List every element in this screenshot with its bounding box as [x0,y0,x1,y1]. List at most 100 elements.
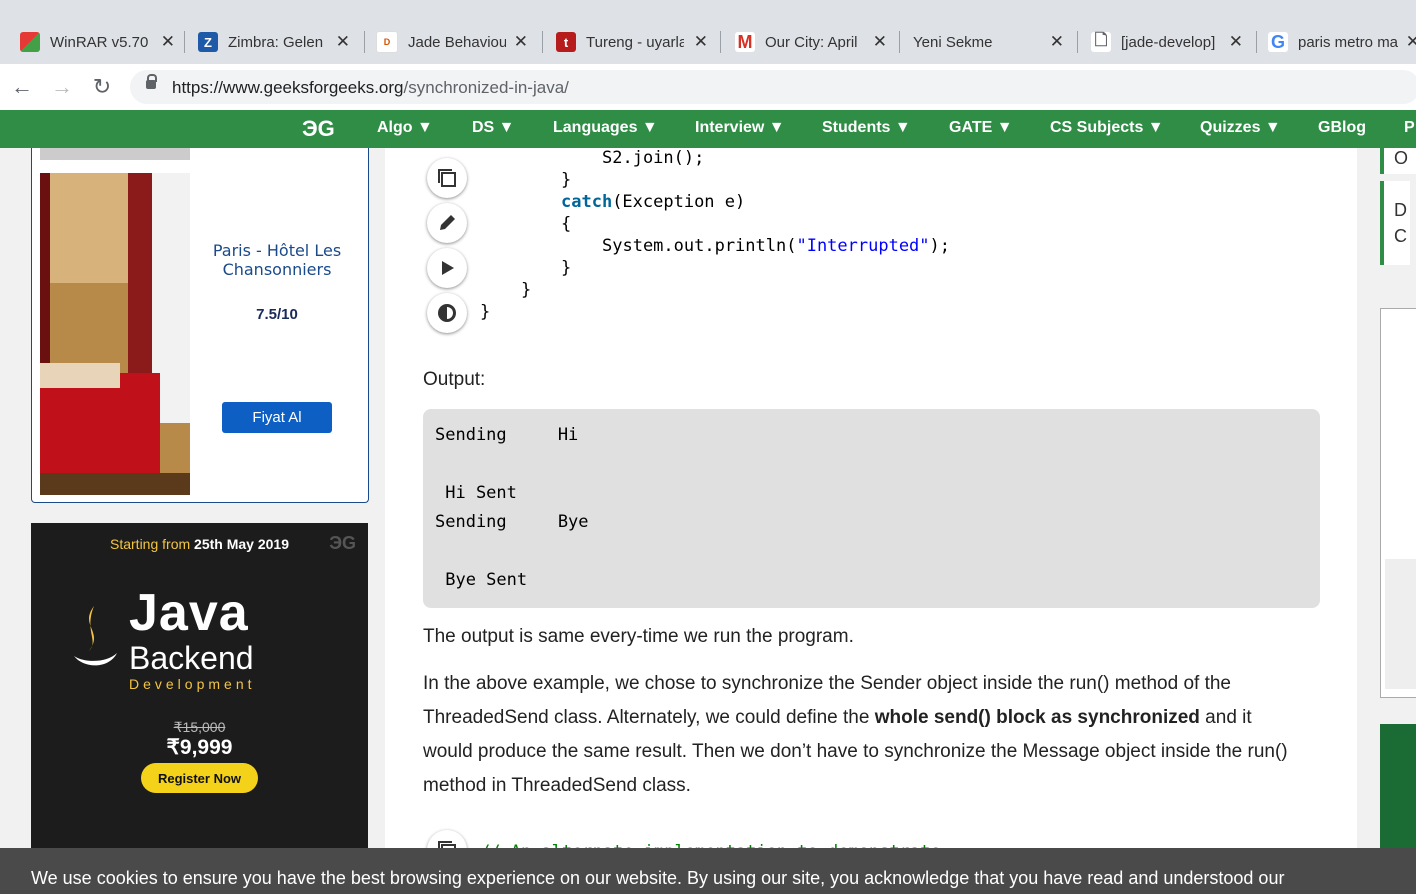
right-widget-2[interactable]: D C [1380,181,1410,265]
tureng-icon: t [556,32,576,52]
site-navbar: ЭG Algo ▼ DS ▼ Languages ▼ Interview ▼ S… [0,110,1416,148]
nav-students[interactable]: Students ▼ [822,119,911,137]
reload-icon[interactable]: ↻ [88,73,116,101]
diro-icon: D [376,31,398,53]
theme-toggle-icon[interactable] [427,293,467,333]
close-icon[interactable]: ✕ [694,32,708,52]
ad-java-title: Java [129,584,249,642]
tab-title: Zimbra: Gelen [228,33,324,51]
browser-tab-strip: WinRAR v5.70 ✕ Z Zimbra: Gelen ✕ D Jade … [0,0,1416,64]
back-arrow-icon[interactable]: ← [8,73,36,101]
tab-tureng[interactable]: t Tureng - uyarla ✕ [556,26,708,58]
copy-icon[interactable] [427,158,467,198]
hotel-name[interactable]: Paris - Hôtel Les Chansonniers [202,241,352,279]
tab-title: paris metro ma [1298,33,1399,51]
tab-title: Our City: April [765,33,858,51]
left-sidebar: Paris - Hôtel Les Chansonniers 7.5/10 Fi… [0,148,385,894]
close-icon[interactable]: ✕ [1406,32,1416,52]
url-domain: https://www.geeksforgeeks.org [172,78,404,97]
close-icon[interactable]: ✕ [161,32,175,52]
code-line: } [561,170,572,190]
code-line: System.out.println("Interrupted"); [602,236,950,256]
paragraph-explanation: In the above example, we chose to synchr… [423,667,1303,803]
tab-separator [720,31,721,53]
get-price-button[interactable]: Fiyat Al [222,402,332,433]
tab-gmail[interactable]: M Our City: April ✕ [735,26,887,58]
output-line: Hi Sent [435,483,517,503]
close-icon[interactable]: ✕ [514,32,528,52]
nav-gblog[interactable]: GBlog [1318,119,1366,137]
hotel-ad-card[interactable]: Paris - Hôtel Les Chansonniers 7.5/10 Fi… [31,148,369,503]
address-bar[interactable]: https://www.geeksforgeeks.org/synchroniz… [130,70,1416,104]
output-line: Sending Hi [435,425,579,445]
output-line: Bye Sent [435,570,528,590]
output-line: Sending Bye [435,512,589,532]
zimbra-icon: Z [198,32,218,52]
ad-old-price: ₹15,000 [173,719,226,735]
code-text: System.out.println( [602,236,797,256]
ad-start-date: Starting from 25th May 2019 [31,536,368,552]
ad-price: ₹9,999 [166,736,233,759]
code-line: { [561,214,572,234]
edit-icon[interactable] [427,203,467,243]
code-line: S2.join(); [602,148,705,168]
tab-title: Tureng - uyarla [586,33,684,51]
close-icon[interactable]: ✕ [1050,32,1064,52]
right-widget-1[interactable]: O [1380,148,1416,174]
gmail-icon: M [735,32,755,52]
tab-jade-develop[interactable]: 🗋 [jade-develop] ✕ [1091,26,1243,58]
close-icon[interactable]: ✕ [873,32,887,52]
nav-languages[interactable]: Languages ▼ [553,119,658,137]
java-backend-ad[interactable]: Starting from 25th May 2019 ЭG Java Back… [31,523,368,894]
code-line: } [561,258,572,278]
output-box: Sending Hi Hi Sent Sending Bye Bye Sent [423,409,1320,608]
right-ad-product [1385,559,1416,689]
java-flame-icon [74,606,117,666]
lock-icon[interactable] [146,74,157,89]
tab-separator [1256,31,1257,53]
tab-yeni-sekme[interactable]: Yeni Sekme ✕ [913,26,1064,58]
tab-separator [1077,31,1078,53]
tab-zimbra[interactable]: Z Zimbra: Gelen ✕ [198,26,350,58]
url-path: /synchronized-in-java/ [403,78,569,97]
tab-separator [542,31,543,53]
nav-gate[interactable]: GATE ▼ [949,119,1013,137]
nav-algo[interactable]: Algo ▼ [377,119,433,137]
close-icon[interactable]: ✕ [1229,32,1243,52]
tab-title: [jade-develop] [1121,33,1216,51]
tab-separator [184,31,185,53]
tab-separator [364,31,365,53]
hotel-rating: 7.5/10 [256,306,298,323]
url-text[interactable]: https://www.geeksforgeeks.org/synchroniz… [172,78,569,98]
tab-jade-behaviour[interactable]: D Jade Behaviour ✕ [376,26,528,58]
close-icon[interactable]: ✕ [336,32,350,52]
right-ad-image[interactable] [1380,308,1416,698]
article-content: S2.join(); } catch(Exception e) { System… [385,148,1357,894]
forward-arrow-icon[interactable]: → [48,73,76,101]
ad-backend-title: Backend [129,640,254,676]
nav-ds[interactable]: DS ▼ [472,119,515,137]
register-now-button[interactable]: Register Now [141,763,258,793]
ad-start-prefix: Starting from [110,536,195,552]
code-line: catch(Exception e) [561,192,745,212]
code-keyword: catch [561,192,613,212]
ad-development-subtitle: Development [129,676,256,692]
right-sidebar: O D C [1357,148,1416,894]
hotel-image-previous [40,148,190,160]
nav-cs-subjects[interactable]: CS Subjects ▼ [1050,119,1164,137]
tab-title: WinRAR v5.70 [50,33,149,51]
nav-more[interactable]: P [1404,119,1415,137]
paragraph-output-note: The output is same every-time we run the… [423,626,854,647]
tab-winrar[interactable]: WinRAR v5.70 ✕ [20,26,175,58]
document-icon: 🗋 [1091,32,1111,52]
hotel-room-image[interactable] [40,173,190,495]
run-icon[interactable] [427,248,467,288]
gfg-logo[interactable]: ЭG [302,116,335,142]
tab-google[interactable]: G paris metro ma ✕ [1268,26,1416,58]
code-text: (Exception e) [612,192,746,212]
cookie-banner: We use cookies to ensure you have the be… [0,848,1416,894]
nav-quizzes[interactable]: Quizzes ▼ [1200,119,1281,137]
browser-toolbar: ← → ↻ https://www.geeksforgeeks.org/sync… [0,64,1416,111]
code-string: "Interrupted" [796,236,930,256]
nav-interview[interactable]: Interview ▼ [695,119,785,137]
